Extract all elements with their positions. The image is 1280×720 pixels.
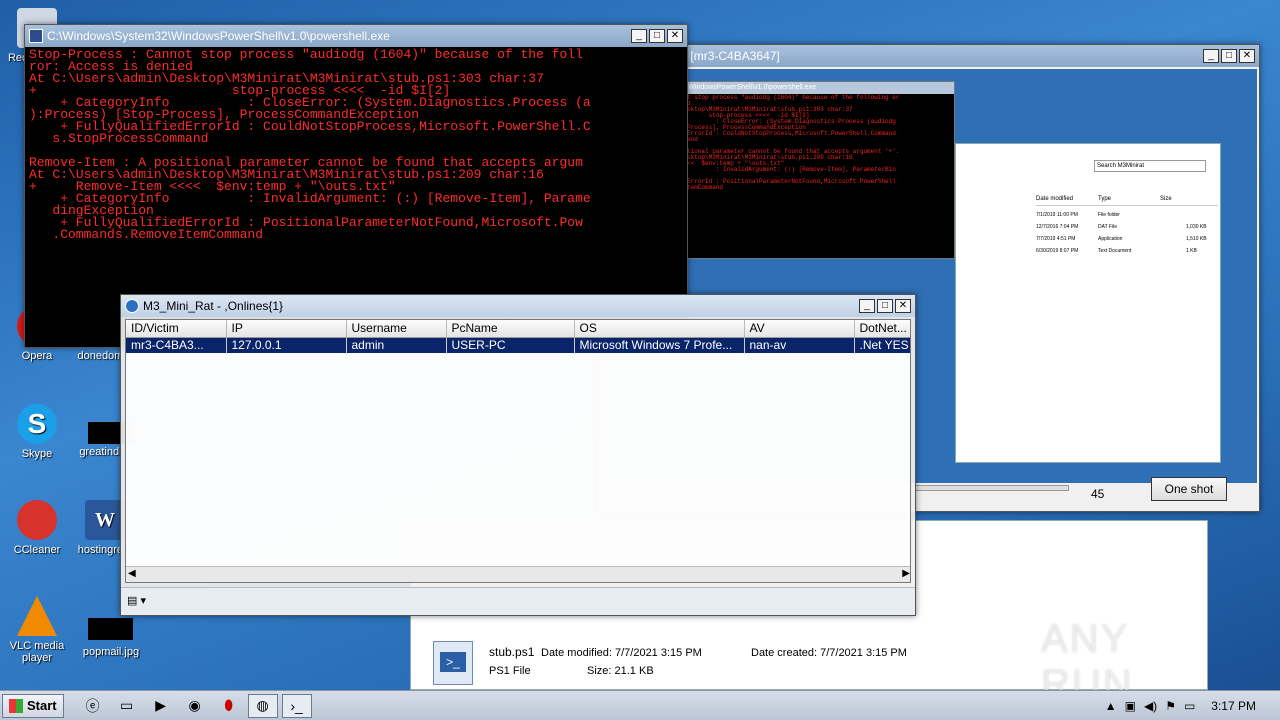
- horizontal-scrollbar[interactable]: ◀ ▶: [126, 566, 910, 582]
- status-strip: ▤ ▾: [121, 587, 915, 615]
- powershell-titlebar[interactable]: C:\Windows\System32\WindowsPowerShell\v1…: [25, 25, 687, 47]
- taskbar-chrome-icon[interactable]: ◉: [180, 694, 210, 718]
- window-title: M3_Mini_Rat - ,Onlines{1}: [143, 299, 284, 313]
- tray-arrow-icon[interactable]: ▲: [1105, 699, 1117, 713]
- console-line: .Commands.RemoveItemCommand: [29, 227, 264, 242]
- window-title: C:\Windows\System32\WindowsPowerShell\v1…: [47, 29, 390, 43]
- powershell-icon: [29, 29, 43, 43]
- details-name: stub.ps1: [489, 645, 535, 659]
- maximize-button[interactable]: □: [649, 29, 665, 43]
- column-header[interactable]: DotNet...: [854, 320, 910, 338]
- mini-explorer-capture: Search M3Minirat Date modified Type Size…: [955, 143, 1221, 463]
- rat-app-icon: [125, 299, 139, 313]
- cell-dotnet: .Net YES: [854, 337, 910, 353]
- one-shot-label: One shot: [1164, 482, 1214, 496]
- desktop-icon-ccleaner[interactable]: CCleaner: [2, 500, 72, 556]
- column-header[interactable]: Username: [346, 320, 447, 338]
- battery-icon[interactable]: ▭: [1184, 699, 1195, 713]
- rat-window: M3_Mini_Rat - ,Onlines{1} _ □ ✕ ID/Victi…: [120, 294, 916, 616]
- taskbar-opera-icon[interactable]: ⬮: [214, 694, 244, 718]
- maximize-button[interactable]: □: [1221, 49, 1237, 63]
- menu-dropdown-icon[interactable]: ▤ ▾: [127, 594, 153, 610]
- cell-ip: 127.0.0.1: [226, 337, 347, 353]
- screenshot-titlebar[interactable]: Screen Shot [mr3-C4BA3647] _ □ ✕: [599, 45, 1259, 67]
- start-label: Start: [27, 698, 57, 713]
- taskbar-rat-icon[interactable]: ◍: [247, 693, 278, 718]
- flag-icon[interactable]: ⚑: [1165, 699, 1176, 713]
- desktop-icon-vlc[interactable]: VLC media player: [2, 596, 72, 664]
- cell-av: nan-av: [744, 337, 855, 353]
- windows-logo-icon: [9, 698, 23, 713]
- victims-list[interactable]: ID/Victim IP Username PcName OS AV DotNe…: [125, 319, 911, 583]
- column-header[interactable]: OS: [574, 320, 745, 338]
- close-button[interactable]: ✕: [895, 299, 911, 313]
- details-size: Size: 21.1 KB: [587, 665, 654, 677]
- desktop-icon-label: popmail.jpg: [82, 646, 140, 658]
- clock[interactable]: 3:17 PM: [1203, 699, 1274, 713]
- taskbar-media-player-icon[interactable]: ▶: [146, 694, 176, 718]
- cell-victim-id: mr3-C4BA3...: [126, 337, 227, 353]
- desktop-icon-skype[interactable]: S Skype: [2, 404, 72, 460]
- table-header-row: ID/Victim IP Username PcName OS AV DotNe…: [126, 320, 910, 338]
- volume-icon[interactable]: ◀): [1144, 699, 1157, 713]
- details-type: PS1 File: [489, 665, 531, 677]
- taskbar-explorer-icon[interactable]: ▭: [112, 694, 142, 718]
- desktop-icon-popmail[interactable]: popmail.jpg: [76, 646, 146, 658]
- vlc-icon: [17, 596, 57, 636]
- column-header[interactable]: ID/Victim: [126, 320, 227, 338]
- rat-titlebar[interactable]: M3_Mini_Rat - ,Onlines{1} _ □ ✕: [121, 295, 915, 317]
- close-button[interactable]: ✕: [1239, 49, 1255, 63]
- cell-os: Microsoft Windows 7 Profe...: [574, 337, 745, 353]
- network-icon[interactable]: ▣: [1125, 699, 1136, 713]
- taskbar-ie-icon[interactable]: ⓔ: [78, 694, 108, 718]
- details-date-modified: Date modified: 7/7/2021 3:15 PM: [541, 647, 702, 659]
- one-shot-button[interactable]: One shot: [1151, 477, 1227, 501]
- column-header[interactable]: IP: [226, 320, 347, 338]
- scroll-left-arrow-icon[interactable]: ◀: [128, 568, 136, 579]
- minimize-button[interactable]: _: [1203, 49, 1219, 63]
- system-tray: ▲ ▣ ◀) ⚑ ▭ 3:17 PM: [1105, 699, 1280, 713]
- taskbar: Start ⓔ ▭ ▶ ◉ ⬮ ◍ ›_ ▲ ▣ ◀) ⚑ ▭ 3:17 PM: [0, 690, 1280, 720]
- quality-slider[interactable]: [909, 485, 1069, 491]
- ccleaner-icon: [17, 500, 57, 540]
- mini-search-box: Search M3Minirat: [1094, 160, 1206, 172]
- redacted-thumbnail: [88, 618, 133, 640]
- cell-username: admin: [346, 337, 447, 353]
- ps1-file-icon: >_: [433, 641, 473, 685]
- minimize-button[interactable]: _: [859, 299, 875, 313]
- window-title: Screen Shot [mr3-C4BA3647]: [621, 49, 780, 63]
- victims-table: ID/Victim IP Username PcName OS AV DotNe…: [126, 320, 910, 353]
- word-document-icon: W: [85, 500, 125, 540]
- desktop-icon-label: VLC media player: [9, 640, 65, 664]
- desktop-icon-label: CCleaner: [13, 544, 61, 556]
- start-button[interactable]: Start: [2, 693, 64, 718]
- scroll-right-arrow-icon[interactable]: ▶: [902, 568, 910, 579]
- mini-column-header: Date modified Type Size: [1036, 196, 1218, 206]
- minimize-button[interactable]: _: [631, 29, 647, 43]
- taskbar-powershell-icon[interactable]: ›_: [281, 693, 312, 718]
- maximize-button[interactable]: □: [877, 299, 893, 313]
- column-header[interactable]: PcName: [446, 320, 575, 338]
- skype-icon: S: [17, 404, 57, 444]
- desktop-icon-label: Opera: [21, 350, 53, 362]
- column-header[interactable]: AV: [744, 320, 855, 338]
- desktop-icon-label: Skype: [21, 448, 53, 460]
- cell-pcname: USER-PC: [446, 337, 575, 353]
- details-date-created: Date created: 7/7/2021 3:15 PM: [751, 647, 907, 659]
- console-line: s.StopProcessCommand: [29, 131, 209, 146]
- slider-value: 45: [1091, 487, 1105, 501]
- table-row[interactable]: mr3-C4BA3... 127.0.0.1 admin USER-PC Mic…: [126, 337, 910, 353]
- close-button[interactable]: ✕: [667, 29, 683, 43]
